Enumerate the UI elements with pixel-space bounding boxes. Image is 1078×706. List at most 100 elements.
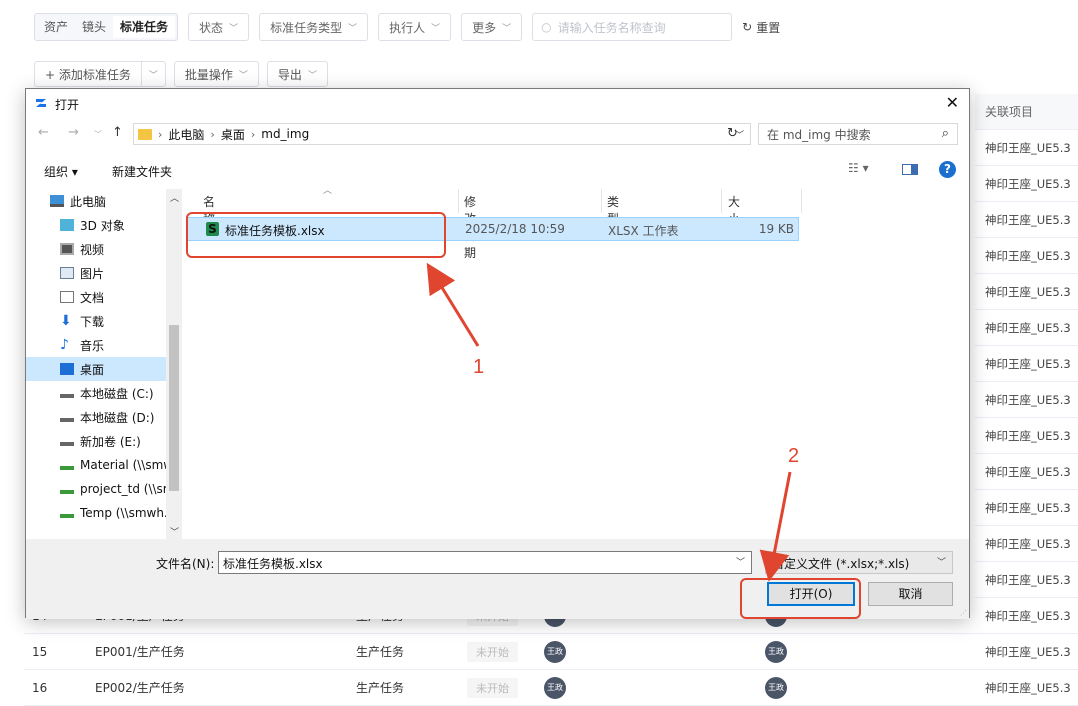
- task-search-input[interactable]: ○ 请输入任务名称查询: [532, 13, 733, 41]
- tree-item-desktop[interactable]: 桌面: [26, 357, 182, 381]
- row-number: 15: [32, 644, 48, 659]
- tree-item-drive-c[interactable]: 本地磁盘 (C:): [26, 381, 182, 405]
- resize-grip-icon[interactable]: ⋰: [960, 609, 967, 617]
- dialog-title: 打开: [55, 98, 80, 112]
- breadcrumb-item[interactable]: md_img: [261, 127, 309, 141]
- status-dropdown[interactable]: 状态 ﹀: [188, 13, 250, 41]
- cancel-button[interactable]: 取消: [868, 582, 953, 606]
- assignee-dropdown[interactable]: 执行人 ﹀: [378, 13, 452, 41]
- tree-item-label: 文档: [80, 290, 105, 305]
- tree-item-label: 本地磁盘 (D:): [80, 410, 155, 425]
- tree-item-documents[interactable]: 文档: [26, 285, 182, 309]
- 3d-objects-icon: [60, 219, 74, 231]
- avatar: 王政: [544, 640, 566, 663]
- export-button[interactable]: 导出 ﹀: [266, 61, 328, 87]
- desktop-icon: [60, 363, 74, 375]
- tree-item-project-td[interactable]: project_td (\\sr: [26, 477, 182, 501]
- project-cell: 神印王座_UE5.3: [975, 130, 1078, 166]
- chevron-down-icon: ﹀: [307, 70, 317, 81]
- tab-asset[interactable]: 资产: [37, 16, 75, 38]
- table-row[interactable]: 16 EP002/生产任务 生产任务 未开始 王政 王政: [24, 670, 975, 706]
- file-modified: 2025/2/18 10:59: [465, 222, 565, 236]
- tab-shot[interactable]: 镜头: [75, 16, 113, 38]
- filename-input[interactable]: 标准任务模板.xlsx ﹀: [218, 551, 752, 574]
- pictures-icon: [60, 267, 74, 279]
- documents-icon: [60, 291, 74, 303]
- project-cell: 神印王座_UE5.3: [975, 310, 1078, 346]
- task-type-dropdown-label: 标准任务类型: [270, 20, 343, 35]
- project-cell: 神印王座_UE5.3: [975, 526, 1078, 562]
- breadcrumb-item[interactable]: 此电脑: [168, 126, 204, 143]
- navigation-pane: 此电脑 3D 对象 视频 图片 文档 ⬇ 下载 ♪ 音乐 桌面 本地磁盘 (C:) …: [26, 189, 182, 539]
- refresh-icon[interactable]: ↻: [727, 126, 738, 141]
- avatar: 王政: [765, 676, 787, 699]
- view-options-icon[interactable]: ☷ ▾: [848, 161, 869, 175]
- breadcrumb[interactable]: › 此电脑 › 桌面 › md_img ﹀: [133, 123, 751, 145]
- close-icon[interactable]: ✕: [946, 93, 959, 112]
- tree-item-music[interactable]: ♪ 音乐: [26, 333, 182, 357]
- project-cell: 神印王座_UE5.3: [975, 454, 1078, 490]
- refresh-icon: ↻: [742, 20, 753, 34]
- project-cell: 神印王座_UE5.3: [975, 274, 1078, 310]
- reset-button[interactable]: ↻ 重置: [742, 19, 780, 36]
- project-cell: 神印王座_UE5.3: [975, 490, 1078, 526]
- up-arrow-icon[interactable]: ↑: [112, 125, 123, 140]
- recent-dropdown-icon[interactable]: ﹀: [94, 129, 102, 140]
- navigation-scrollbar[interactable]: ︿ ﹀: [166, 189, 182, 539]
- column-divider[interactable]: [721, 189, 722, 213]
- column-divider[interactable]: [601, 189, 602, 213]
- batch-operation-button[interactable]: 批量操作 ﹀: [173, 61, 259, 87]
- file-type-select[interactable]: 自定义文件 (*.xlsx;*.xls) ﹀: [765, 551, 953, 574]
- project-cell: 神印王座_UE5.3: [975, 562, 1078, 598]
- folder-search-input[interactable]: 在 md_img 中搜索 ⌕: [758, 123, 958, 145]
- tree-item-3d-objects[interactable]: 3D 对象: [26, 213, 182, 237]
- organize-button[interactable]: 组织 ▾: [44, 163, 78, 180]
- file-type-value: 自定义文件 (*.xlsx;*.xls): [772, 557, 910, 571]
- filter-bar: 资产 镜头 标准任务 状态 ﹀ 标准任务类型 ﹀ 执行人 ﹀ 更多 ﹀ ○ 请输入任务名称…: [34, 13, 780, 41]
- column-divider[interactable]: [458, 189, 459, 213]
- task-type: 生产任务: [356, 681, 405, 695]
- project-column: 关联项目 神印王座_UE5.3 神印王座_UE5.3 神印王座_UE5.3 神印…: [975, 94, 1078, 706]
- task-name[interactable]: EP002/生产任务: [95, 679, 185, 696]
- back-arrow-icon[interactable]: ←: [38, 125, 49, 140]
- help-icon[interactable]: ?: [939, 161, 956, 178]
- breadcrumb-item[interactable]: 桌面: [221, 126, 245, 143]
- tree-item-drive-d[interactable]: 本地磁盘 (D:): [26, 405, 182, 429]
- new-folder-button[interactable]: 新建文件夹: [112, 163, 172, 180]
- task-type-dropdown[interactable]: 标准任务类型 ﹀: [259, 13, 369, 41]
- row-number: 16: [32, 680, 48, 695]
- task-name[interactable]: EP001/生产任务: [95, 643, 185, 660]
- chevron-down-icon[interactable]: ﹀: [140, 62, 165, 86]
- file-row[interactable]: S 标准任务模板.xlsx 2025/2/18 10:59 XLSX 工作表 1…: [187, 217, 799, 241]
- category-tabs: 资产 镜头 标准任务: [34, 13, 179, 41]
- scroll-down-icon[interactable]: ﹀: [170, 525, 179, 538]
- excel-file-icon: S: [206, 222, 219, 236]
- scroll-up-icon[interactable]: ︿: [170, 191, 179, 204]
- forward-arrow-icon[interactable]: →: [68, 125, 79, 140]
- preview-pane-icon[interactable]: [902, 164, 918, 175]
- project-cell: 神印王座_UE5.3: [975, 166, 1078, 202]
- project-cell: 神印王座_UE5.3: [975, 238, 1078, 274]
- tree-item-temp[interactable]: Temp (\\smwh.: [26, 501, 182, 525]
- more-dropdown[interactable]: 更多 ﹀: [461, 13, 523, 41]
- status-dropdown-label: 状态: [199, 20, 224, 35]
- tree-item-downloads[interactable]: ⬇ 下载: [26, 309, 182, 333]
- scrollbar-thumb[interactable]: [169, 325, 179, 491]
- tab-standard-task[interactable]: 标准任务: [113, 16, 176, 38]
- open-button[interactable]: 打开(O): [767, 582, 855, 606]
- add-task-split-button[interactable]: + 添加标准任务 ﹀: [34, 61, 166, 87]
- file-type: XLSX 工作表: [608, 224, 679, 238]
- search-icon: ○: [541, 20, 552, 34]
- chevron-down-icon[interactable]: ﹀: [736, 555, 745, 568]
- tree-item-pictures[interactable]: 图片: [26, 261, 182, 285]
- tree-item-video[interactable]: 视频: [26, 237, 182, 261]
- chevron-down-icon: ﹀: [936, 558, 946, 568]
- tree-item-this-pc[interactable]: 此电脑: [26, 189, 182, 213]
- tree-item-material[interactable]: Material (\\smw: [26, 453, 182, 477]
- table-row[interactable]: 15 EP001/生产任务 生产任务 未开始 王政 王政: [24, 634, 975, 670]
- task-type: 生产任务: [356, 645, 405, 659]
- add-task-label[interactable]: + 添加标准任务: [35, 62, 141, 86]
- column-divider[interactable]: [801, 189, 802, 213]
- music-icon: ♪: [60, 337, 69, 353]
- tree-item-drive-e[interactable]: 新加卷 (E:): [26, 429, 182, 453]
